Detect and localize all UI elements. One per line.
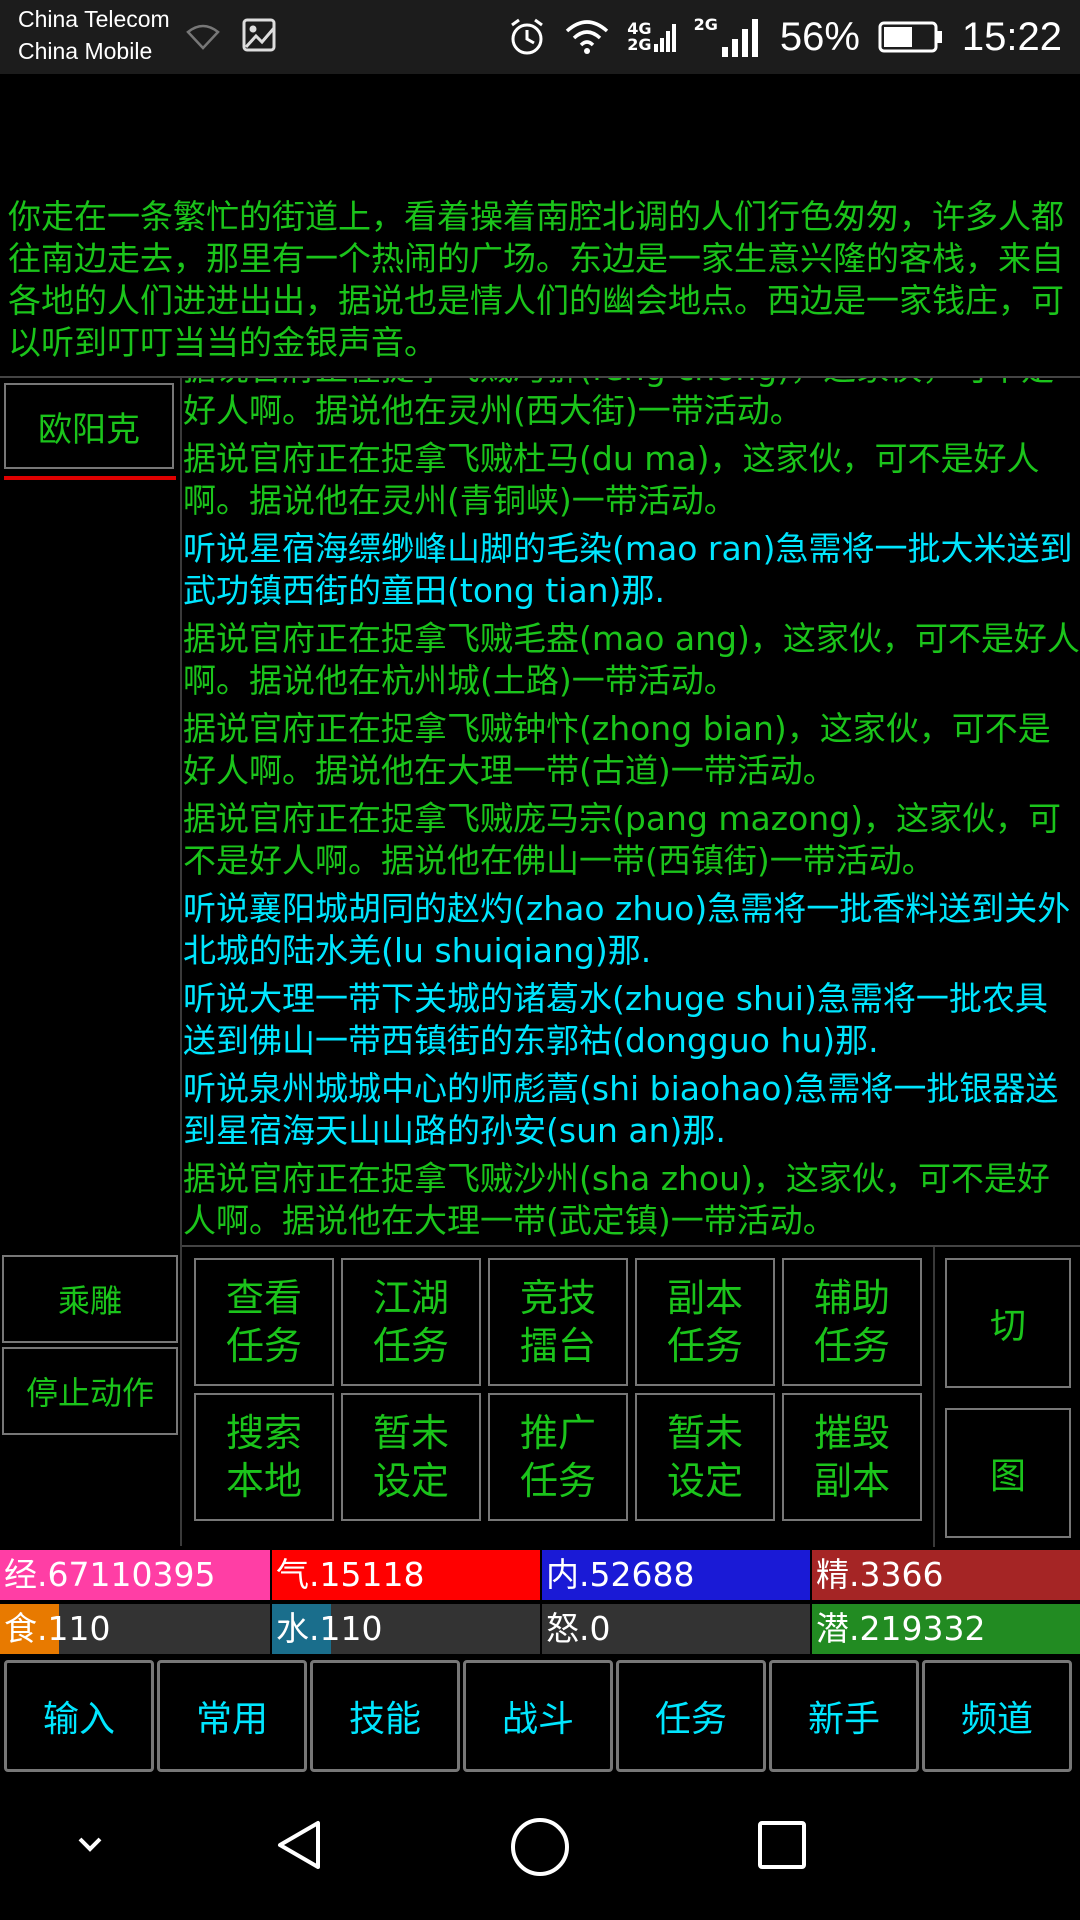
message-item: 听说星宿海缥缈峰山脚的毛染(mao ran)急需将一批大米送到武功镇西街的童田(… [183,529,1073,610]
arena-button[interactable]: 竞技擂台 [488,1258,628,1386]
signal-bars-icon [653,24,676,52]
action-label: 查看任务 [225,1276,302,1368]
stat-experience: 经.67110395 [0,1550,270,1600]
stat-rage: 怒.0 [542,1604,810,1654]
clock: 15:22 [961,14,1062,59]
image-icon [242,18,276,52]
stop-action-label: 停止动作 [25,1374,154,1412]
wifi-off-icon [186,24,220,50]
action-label: 辅助任务 [813,1276,890,1368]
ride-eagle-label: 乘雕 [57,1282,122,1320]
home-icon[interactable] [508,1815,572,1879]
switch-label: 切 [989,1306,1026,1347]
map-button[interactable]: 图 [945,1408,1071,1538]
chevron-down-icon[interactable] [70,1815,110,1875]
message-item: 据说官府正在捉拿飞贼杜马(du ma)，这家伙，可不是好人啊。据说他在灵州(青铜… [183,439,1040,520]
npc-button[interactable]: 欧阳克 [4,383,174,469]
message-log[interactable]: 据说官府正在捉拿飞贼冯翀(feng chong)，这家伙，可不是好人啊。据说他在… [183,378,1080,1244]
tab-common[interactable]: 常用 [157,1660,307,1772]
action-label: 暂未设定 [666,1411,743,1503]
message-item: 据说官府正在捉拿飞贼冯翀(feng chong)，这家伙，可不是好人啊。据说他在… [183,378,1054,430]
divider [933,1247,935,1547]
signal-1: 4G 2G [627,21,676,54]
battery-icon [878,21,942,53]
room-description: 你走在一条繁忙的街道上，看着操着南腔北调的人们行色匆匆，许多人都往南边走去，那里… [8,197,1064,362]
alarm-icon [511,18,544,55]
stat-label: 潜.219332 [816,1609,986,1648]
message-item: 听说大理一带下关城的诸葛水(zhuge shui)急需将一批农具送到佛山一带西镇… [183,979,1048,1060]
message-item: 听说襄阳城胡同的赵灼(zhao zhuo)急需将一批香料送到关外北城的陆水羌(l… [183,889,1071,970]
search-local-button[interactable]: 搜索本地 [194,1393,334,1521]
action-label: 竞技擂台 [519,1276,596,1368]
signal-bars-icon [721,19,758,57]
tab-newbie[interactable]: 新手 [769,1660,919,1772]
stat-label: 怒.0 [546,1609,611,1648]
stat-label: 食.110 [4,1609,111,1648]
tab-input[interactable]: 输入 [4,1660,154,1772]
tab-quests[interactable]: 任务 [616,1660,766,1772]
signal-2: 2G [694,15,762,59]
carrier-2: China Mobile [18,38,153,64]
action-label: 摧毁副本 [813,1411,890,1503]
tab-label: 技能 [348,1699,421,1740]
message-item: 听说泉州城城中心的师彪蒿(shi biaohao)急需将一批银器送到星宿海天山山… [183,1069,1059,1150]
stat-label: 经.67110395 [4,1555,216,1594]
message-item: 据说官府正在捉拿飞贼庞马宗(pang mazong)，这家伙，可不是好人啊。据说… [183,799,1062,880]
back-icon[interactable] [270,1815,330,1875]
stat-qi: 气.15118 [272,1550,540,1600]
status-bar: China Telecom China Mobile 4G 2G 2G 56% … [0,0,1080,74]
tab-label: 频道 [960,1699,1033,1740]
stat-neili: 内.52688 [542,1550,810,1600]
message-item: 据说官府正在捉拿飞贼毛盎(mao ang)，这家伙，可不是好人啊。据说他在杭州城… [183,619,1080,700]
network-type-2: 2G [627,35,652,54]
stop-action-button[interactable]: 停止动作 [2,1347,178,1435]
action-label: 搜索本地 [225,1411,302,1503]
stat-label: 内.52688 [546,1555,695,1594]
stat-label: 水.110 [276,1609,383,1648]
wifi-icon [566,20,609,54]
promote-quest-button[interactable]: 推广任务 [488,1393,628,1521]
battery-percent: 56% [779,14,860,59]
stat-water: 水.110 [272,1604,540,1654]
tab-combat[interactable]: 战斗 [463,1660,613,1772]
view-quest-button[interactable]: 查看任务 [194,1258,334,1386]
npc-name: 欧阳克 [38,409,140,450]
unset-button-2[interactable]: 暂未设定 [635,1393,775,1521]
action-label: 副本任务 [666,1276,743,1368]
message-item: 据说官府正在捉拿飞贼沙州(sha zhou)，这家伙，可不是好人啊。据说他在大理… [183,1159,1050,1240]
npc-selected-indicator [4,476,176,480]
stat-label: 精.3366 [816,1555,944,1594]
tab-label: 任务 [654,1699,727,1740]
switch-button[interactable]: 切 [945,1258,1071,1388]
carrier-1: China Telecom [18,6,170,32]
divider [180,378,182,1546]
ride-eagle-button[interactable]: 乘雕 [2,1255,178,1343]
tab-label: 输入 [42,1699,115,1740]
stat-jing: 精.3366 [812,1550,1080,1600]
tab-channel[interactable]: 频道 [922,1660,1072,1772]
dungeon-quest-button[interactable]: 副本任务 [635,1258,775,1386]
tab-label: 常用 [195,1699,268,1740]
jianghu-quest-button[interactable]: 江湖任务 [341,1258,481,1386]
tab-label: 战斗 [501,1699,574,1740]
assist-quest-button[interactable]: 辅助任务 [782,1258,922,1386]
recents-icon[interactable] [752,1815,812,1875]
message-item: 据说官府正在捉拿飞贼钟忭(zhong bian)，这家伙，可不是好人啊。据说他在… [183,709,1051,790]
unset-button-1[interactable]: 暂未设定 [341,1393,481,1521]
action-label: 推广任务 [519,1411,596,1503]
stat-potential: 潜.219332 [812,1604,1080,1654]
stat-label: 气.15118 [276,1555,425,1594]
action-label: 暂未设定 [372,1411,449,1503]
map-label: 图 [989,1456,1026,1497]
action-label: 江湖任务 [372,1276,449,1368]
tab-skills[interactable]: 技能 [310,1660,460,1772]
tab-label: 新手 [807,1699,880,1740]
destroy-dungeon-button[interactable]: 摧毁副本 [782,1393,922,1521]
stat-food: 食.110 [0,1604,270,1654]
network-type-3: 2G [693,15,718,34]
divider [182,1245,1080,1247]
